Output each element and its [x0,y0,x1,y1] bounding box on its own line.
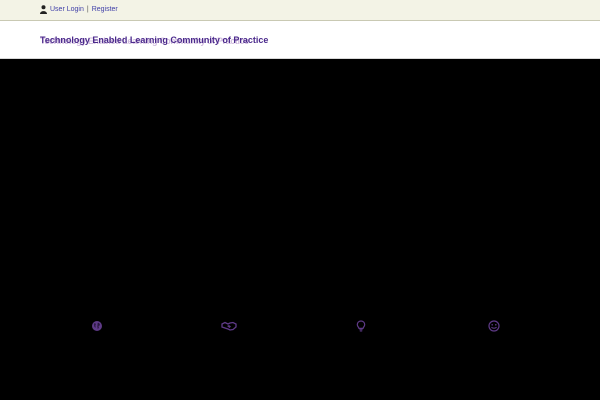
user-icon [40,5,47,14]
globe-icon [92,321,102,331]
register-link[interactable]: Register [92,6,118,13]
site-title[interactable]: Technology Enabled Learning Community of… [40,35,268,45]
top-bar: User Login | Register [0,0,600,21]
smiley-icon [488,320,500,332]
user-login-link[interactable]: User Login [50,6,84,13]
site-header: Technology Enabled Learning Community of… [0,21,600,59]
handshake-icon [221,321,237,331]
lightbulb-icon [356,320,366,332]
hero-banner [0,59,600,400]
user-links: User Login | Register [50,4,118,16]
link-separator: | [86,6,89,13]
